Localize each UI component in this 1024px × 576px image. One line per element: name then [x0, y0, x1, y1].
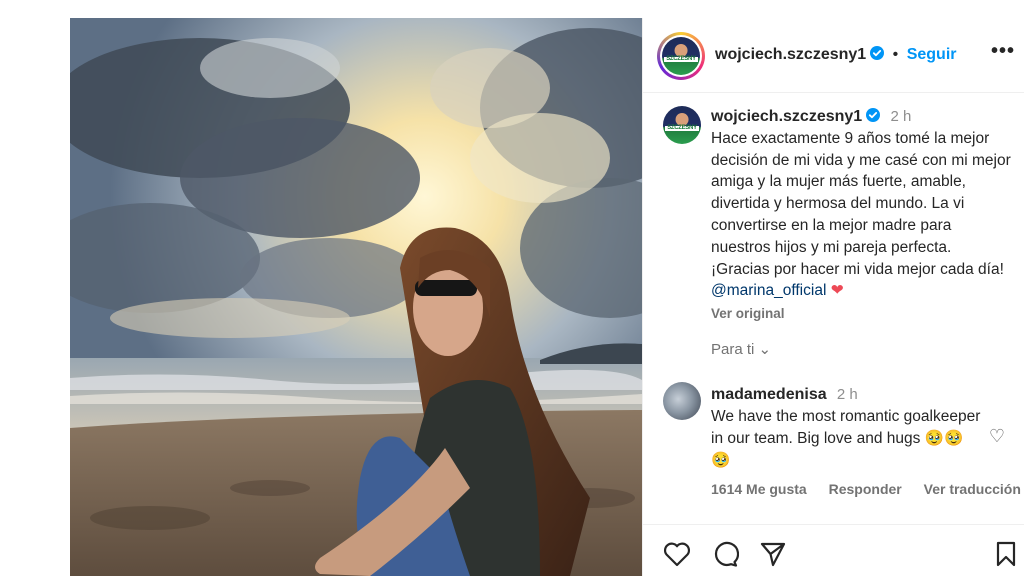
post-side-panel: SZCZESNY wojciech.szczesny1 • Seguir •••… [642, 18, 1024, 576]
post-image[interactable]: › [70, 18, 642, 576]
author-avatar: SZCZESNY [662, 37, 700, 75]
comment-meta: 1614 Me gusta Responder Ver traducción [711, 481, 1024, 497]
share-icon[interactable] [759, 541, 787, 567]
heart-icon[interactable] [663, 541, 691, 567]
caption-author-avatar[interactable]: SZCZESNY [663, 106, 701, 144]
comment: madamedenisa 2 h We have the most romant… [711, 384, 981, 472]
commenter-avatar[interactable] [663, 382, 701, 420]
caption-text: Hace exactamente 9 años tomé la mejor de… [711, 129, 1011, 278]
red-heart-emoji: ❤ [830, 282, 844, 300]
more-options-icon[interactable]: ••• [991, 40, 1015, 63]
mention-link[interactable]: @marina_official [711, 282, 826, 299]
commenter-username[interactable]: madamedenisa [711, 386, 827, 403]
bookmark-icon[interactable] [995, 541, 1017, 567]
comment-likes-count[interactable]: 1614 Me gusta [711, 481, 807, 497]
header-user-line: wojciech.szczesny1 • Seguir [715, 46, 957, 64]
verified-badge-icon [866, 108, 881, 122]
comment-text: We have the most romantic goalkeeper in … [711, 408, 981, 469]
see-original-link[interactable]: Ver original [711, 303, 1011, 325]
post-header: SZCZESNY wojciech.szczesny1 • Seguir ••• [643, 18, 1024, 93]
for-you-label: Para ti [711, 341, 755, 358]
verified-badge-icon [870, 46, 885, 60]
post-caption: wojciech.szczesny1 2 h Hace exactamente … [711, 106, 1011, 325]
action-bar [643, 524, 1024, 576]
author-username[interactable]: wojciech.szczesny1 [715, 46, 866, 63]
caption-time[interactable]: 2 h [891, 108, 912, 125]
caption-username[interactable]: wojciech.szczesny1 [711, 108, 862, 125]
separator-dot: • [892, 46, 899, 63]
comment-like-heart-icon[interactable]: ♡ [989, 426, 1005, 447]
beach-photo [70, 18, 642, 576]
reply-button[interactable]: Responder [829, 481, 902, 497]
story-ring[interactable]: SZCZESNY [657, 32, 705, 80]
chevron-down-icon: ⌄ [758, 341, 772, 358]
comment-icon[interactable] [711, 541, 739, 567]
comment-time: 2 h [836, 386, 858, 403]
for-you-toggle[interactable]: Para ti ⌄ [711, 340, 771, 358]
see-translation-link[interactable]: Ver traducción [924, 481, 1021, 497]
follow-button[interactable]: Seguir [907, 46, 957, 63]
